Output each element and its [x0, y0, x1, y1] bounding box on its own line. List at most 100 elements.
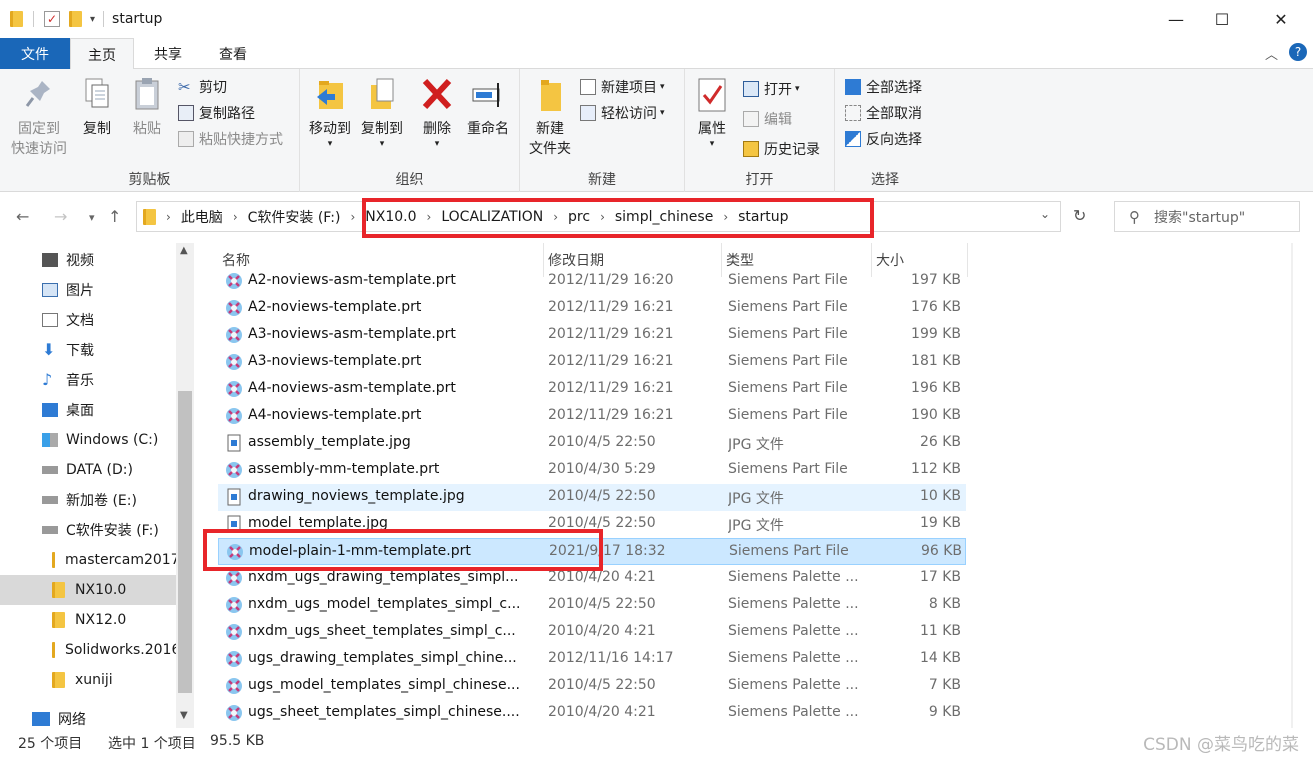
paste-shortcut-button[interactable]: 粘贴快捷方式 — [178, 129, 283, 149]
cut-button[interactable]: ✂ 剪切 — [178, 77, 227, 97]
folder-icon — [52, 672, 65, 688]
paste-icon — [135, 78, 159, 110]
back-arrow-icon[interactable]: ← — [16, 207, 29, 226]
tab-file[interactable]: 文件 — [0, 38, 70, 69]
table-row[interactable]: A3-noviews-template.prt 2012/11/29 16:21 S… — [218, 349, 966, 376]
nav-scrollbar[interactable]: ▲ ▼ — [176, 243, 194, 728]
select-all-button[interactable]: 全部选择 — [845, 77, 922, 97]
maximize-button[interactable]: ☐ — [1199, 0, 1245, 38]
tab-view[interactable]: 查看 — [201, 38, 265, 69]
table-row[interactable]: ugs_drawing_templates_simpl_chine... 2012… — [218, 646, 966, 673]
help-icon[interactable]: ? — [1289, 43, 1307, 61]
tab-home[interactable]: 主页 — [70, 38, 134, 70]
table-row[interactable]: nxdm_ugs_model_templates_simpl_c... 2010/… — [218, 592, 966, 619]
title-bar: ✓ ▾ startup — ☐ ✕ — [0, 0, 1313, 38]
nav-item-nx10[interactable]: NX10.0 — [0, 575, 176, 605]
file-name: assembly-mm-template.prt — [248, 461, 440, 477]
crumb-drive-f[interactable]: C软件安装 (F:) — [248, 207, 341, 227]
table-row[interactable]: ugs_sheet_templates_simpl_chinese.... 201… — [218, 700, 966, 727]
nav-item-drive-c[interactable]: Windows (C:) — [0, 425, 176, 455]
close-button[interactable]: ✕ — [1258, 0, 1304, 38]
scroll-up-icon[interactable]: ▲ — [180, 245, 188, 256]
tab-share[interactable]: 共享 — [136, 38, 200, 69]
file-size: 8 KB — [928, 596, 961, 612]
easy-access-button[interactable]: 轻松访问 ▾ — [580, 103, 665, 123]
pin-quick-access-button[interactable]: 固定到 快速访问 — [8, 75, 70, 159]
nav-item-drive-e[interactable]: 新加卷 (E:) — [0, 485, 176, 515]
table-row[interactable]: nxdm_ugs_sheet_templates_simpl_c... 2010/… — [218, 619, 966, 646]
file-size: 181 KB — [911, 353, 961, 369]
table-row[interactable]: A3-noviews-asm-template.prt 2012/11/29 16… — [218, 322, 966, 349]
recent-locations-icon[interactable]: ▾ — [89, 211, 95, 224]
copy-icon — [85, 78, 109, 108]
open-button[interactable]: 打开 ▾ — [743, 79, 800, 99]
chevron-right-icon[interactable]: › — [350, 210, 355, 224]
forward-arrow-icon[interactable]: → — [54, 207, 67, 226]
nav-item-desktop[interactable]: 桌面 — [0, 395, 176, 425]
new-folder-icon[interactable] — [69, 11, 82, 27]
table-row[interactable]: A2-noviews-template.prt 2012/11/29 16:21 S… — [218, 295, 966, 322]
collapse-ribbon-icon[interactable]: ︿ — [1265, 44, 1278, 63]
file-scrollbar[interactable]: ▲ ▼ — [1291, 243, 1293, 728]
rename-button[interactable]: 重命名 — [462, 75, 514, 139]
file-size: 196 KB — [911, 380, 961, 396]
table-row[interactable]: A4-noviews-template.prt 2012/11/29 16:21 S… — [218, 403, 966, 430]
nav-item-xuniji[interactable]: xuniji — [0, 665, 176, 695]
paste-button[interactable]: 粘贴 — [126, 75, 168, 139]
file-name: ugs_drawing_templates_simpl_chine... — [248, 650, 517, 666]
table-row[interactable]: drawing_noviews_template.jpg 2010/4/5 22:… — [218, 484, 966, 511]
file-list: 名称 修改日期 类型 大小 ^ A2-noviews-asm-template.… — [198, 243, 1293, 728]
table-row[interactable]: A4-noviews-asm-template.prt 2012/11/29 16… — [218, 376, 966, 403]
copy-button[interactable]: 复制 — [76, 75, 118, 139]
invert-selection-button[interactable]: 反向选择 — [845, 129, 922, 149]
move-to-button[interactable]: 移动到 ▾ — [304, 75, 356, 149]
music-note-icon: ♪ — [42, 370, 53, 389]
nav-item-pictures[interactable]: 图片 — [0, 275, 176, 305]
file-name: A3-noviews-asm-template.prt — [248, 326, 456, 342]
table-row[interactable]: A2-noviews-asm-template.prt 2012/11/29 16… — [218, 268, 966, 295]
new-folder-button[interactable]: 新建 文件夹 — [524, 75, 576, 159]
move-to-icon — [317, 81, 343, 109]
copy-path-icon — [178, 105, 194, 121]
file-type: JPG 文件 — [728, 437, 784, 453]
minimize-button[interactable]: — — [1153, 0, 1199, 38]
group-new: 新建 文件夹 新建项目 ▾ 轻松访问 ▾ 新建 — [520, 69, 685, 192]
select-none-button[interactable]: 全部取消 — [845, 103, 922, 123]
copy-path-button[interactable]: 复制路径 — [178, 103, 255, 123]
refresh-icon[interactable]: ↻ — [1073, 206, 1086, 225]
search-box[interactable]: ⚲ 搜索"startup" — [1114, 201, 1300, 232]
properties-button[interactable]: 属性 ▾ — [691, 75, 733, 149]
qa-dropdown-icon[interactable]: ▾ — [90, 14, 95, 25]
delete-button[interactable]: 删除 ▾ — [416, 75, 458, 149]
nav-item-solidworks[interactable]: Solidworks.2016 — [0, 635, 176, 665]
up-arrow-icon[interactable]: ↑ — [108, 207, 121, 226]
nav-item-videos[interactable]: 视频 — [0, 245, 176, 275]
edit-button[interactable]: 编辑 — [743, 109, 792, 129]
address-dropdown-icon[interactable]: ⌄ — [1040, 207, 1050, 221]
nav-item-downloads[interactable]: ⬇ 下载 — [0, 335, 176, 365]
chevron-right-icon[interactable]: › — [166, 210, 171, 224]
dropdown-arrow-icon: ▾ — [327, 139, 333, 149]
group-open: 属性 ▾ 打开 ▾ 编辑 历史记录 打开 — [685, 69, 835, 192]
nav-item-music[interactable]: ♪ 音乐 — [0, 365, 176, 395]
nav-item-documents[interactable]: 文档 — [0, 305, 176, 335]
nav-item-drive-f[interactable]: C软件安装 (F:) — [0, 515, 176, 545]
folder-icon — [52, 612, 65, 628]
properties-check-icon[interactable]: ✓ — [44, 11, 60, 27]
dropdown-arrow-icon: ▾ — [379, 139, 385, 149]
crumb-this-pc[interactable]: 此电脑 — [181, 207, 223, 227]
table-row[interactable]: ugs_model_templates_simpl_chinese... 2010… — [218, 673, 966, 700]
new-item-button[interactable]: 新建项目 ▾ — [580, 77, 665, 97]
file-name: A3-noviews-template.prt — [248, 353, 422, 369]
copy-to-button[interactable]: 复制到 ▾ — [356, 75, 408, 149]
history-button[interactable]: 历史记录 — [743, 139, 820, 159]
file-name: assembly_template.jpg — [248, 434, 411, 450]
chevron-right-icon[interactable]: › — [233, 210, 238, 224]
nav-item-nx12[interactable]: NX12.0 — [0, 605, 176, 635]
scroll-thumb[interactable] — [178, 391, 192, 693]
nav-item-drive-d[interactable]: DATA (D:) — [0, 455, 176, 485]
scroll-down-icon[interactable]: ▼ — [180, 710, 188, 721]
table-row[interactable]: assembly-mm-template.prt 2010/4/30 5:29 Si… — [218, 457, 966, 484]
table-row[interactable]: assembly_template.jpg 2010/4/5 22:50 JPG 文… — [218, 430, 966, 457]
nav-item-mastercam[interactable]: mastercam2017 — [0, 545, 176, 575]
